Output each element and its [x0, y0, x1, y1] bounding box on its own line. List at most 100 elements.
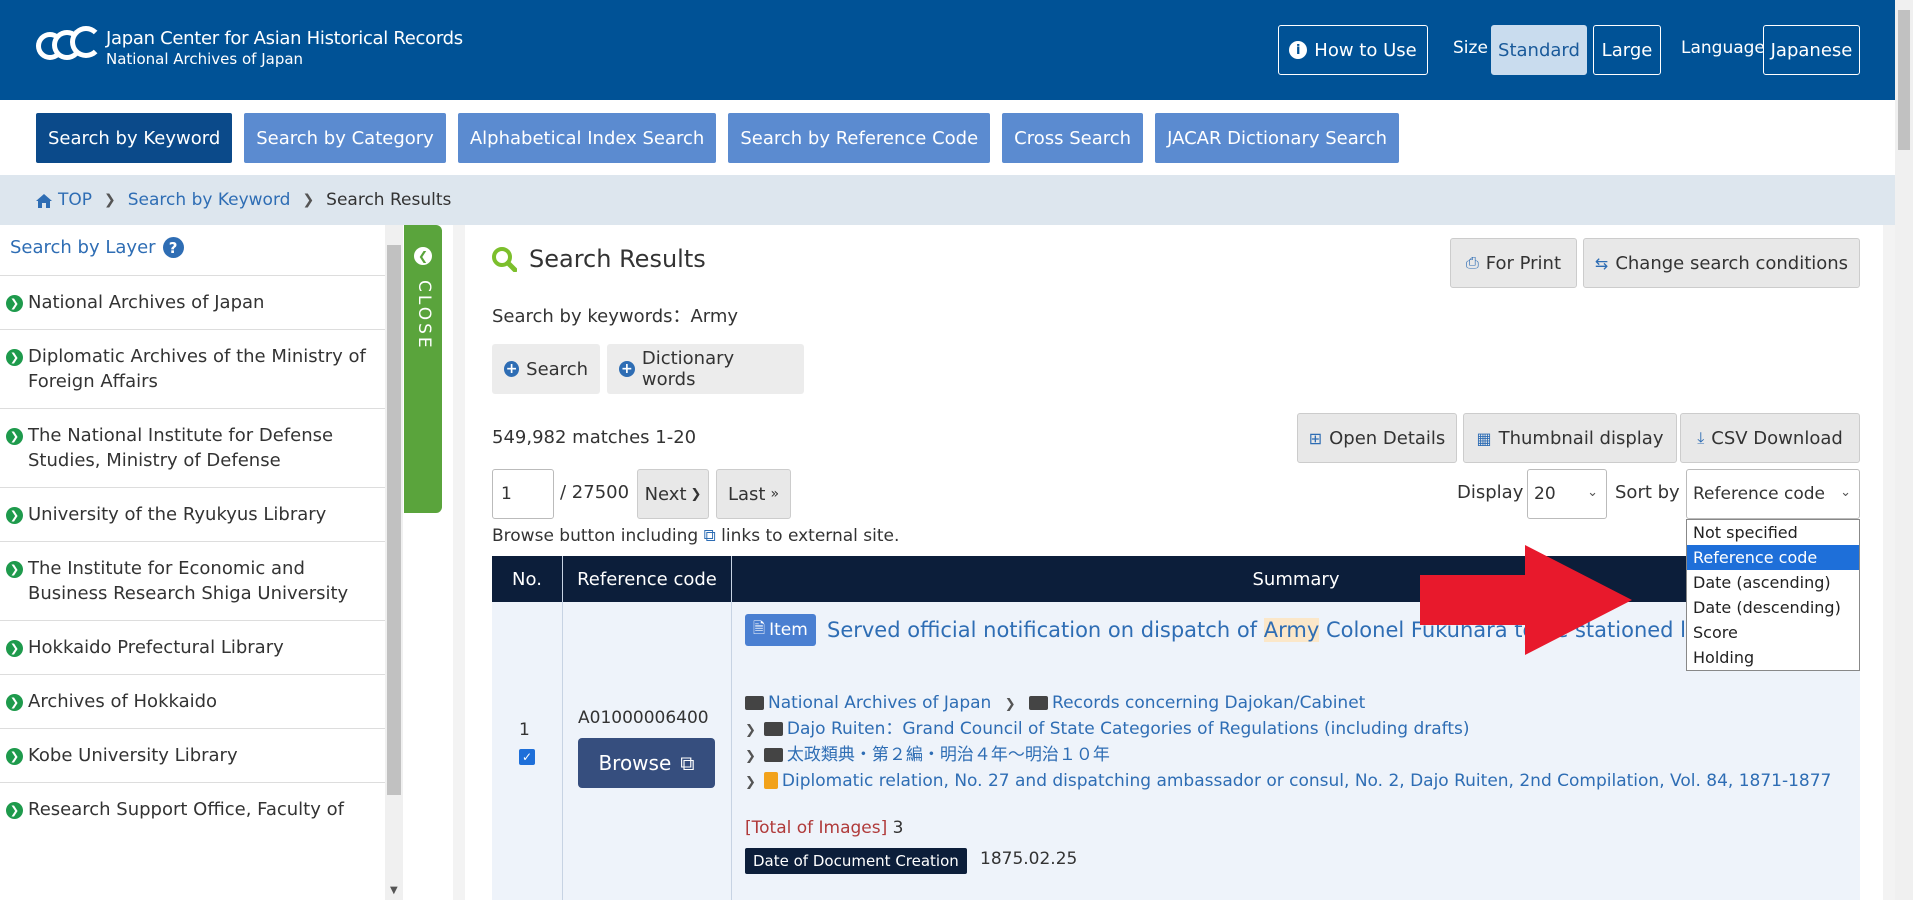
size-label: Size: [1453, 38, 1488, 58]
sort-option-date-descending[interactable]: Date (descending): [1687, 595, 1859, 620]
row-number: 1: [519, 720, 530, 740]
download-icon: ⤓: [1697, 428, 1705, 447]
sidebar-scrollbar-thumb[interactable]: [387, 245, 401, 795]
plus-square-icon: ⊞: [1308, 428, 1323, 448]
sidebar-title[interactable]: Search by Layer ?: [10, 237, 184, 258]
chevron-right-icon: ❯: [6, 507, 23, 524]
hierarchy-link-dajokan[interactable]: Records concerning Dajokan/Cabinet: [1052, 693, 1365, 713]
sort-option-holding[interactable]: Holding: [1687, 645, 1859, 670]
column-header-no: No.: [492, 556, 562, 602]
double-chevron-right-icon: »: [770, 486, 780, 502]
breadcrumb-keyword-link[interactable]: Search by Keyword: [128, 190, 291, 210]
sort-label: Sort by: [1615, 482, 1680, 503]
tab-reference-code[interactable]: Search by Reference Code: [728, 113, 991, 163]
tab-search-by-category[interactable]: Search by Category: [244, 113, 446, 163]
sidebar-item-kobe-library[interactable]: ❯ Kobe University Library: [0, 728, 385, 782]
chevron-left-icon: ❮: [414, 247, 432, 265]
date-value: 1875.02.25: [980, 849, 1078, 869]
chevron-right-icon: ❯: [745, 775, 756, 790]
page-scrollbar-thumb[interactable]: [1898, 10, 1910, 150]
next-page-button[interactable]: Next ❯: [637, 469, 709, 519]
change-search-conditions-button[interactable]: ⇆ Change search conditions: [1583, 238, 1860, 288]
sidebar-item-ryukyus-library[interactable]: ❯ University of the Ryukyus Library: [0, 487, 385, 541]
document-icon: 🗎: [753, 618, 766, 637]
sort-option-not-specified[interactable]: Not specified: [1687, 520, 1859, 545]
sort-option-score[interactable]: Score: [1687, 620, 1859, 645]
sidebar-item-defense-studies[interactable]: ❯ The National Institute for Defense Stud…: [0, 408, 385, 487]
chevron-right-icon: ❯: [6, 640, 23, 657]
size-standard-button[interactable]: Standard: [1491, 25, 1587, 75]
language-label: Language: [1681, 38, 1765, 58]
tab-search-by-keyword[interactable]: Search by Keyword: [36, 113, 233, 163]
logo-title: Japan Center for Asian Historical Record…: [106, 28, 463, 49]
item-title-link[interactable]: Served official notification on dispatch…: [745, 614, 1840, 646]
sidebar-item-archives-hokkaido[interactable]: ❯ Archives of Hokkaido: [0, 674, 385, 728]
breadcrumb-top-link[interactable]: TOP: [58, 190, 92, 210]
page-total: / 27500: [560, 482, 630, 503]
plus-circle-icon: +: [504, 361, 520, 377]
help-icon[interactable]: ?: [162, 237, 184, 258]
sidebar-list: ❯ National Archives of Japan ❯ Diplomatic …: [0, 275, 385, 836]
tab-jacar-dictionary[interactable]: JACAR Dictionary Search: [1155, 113, 1400, 163]
sort-by-dropdown: Not specified Reference code Date (ascen…: [1686, 519, 1860, 671]
thumbnail-display-button[interactable]: ▦ Thumbnail display: [1463, 413, 1677, 463]
scroll-down-icon[interactable]: ▼: [390, 885, 398, 896]
chevron-right-icon: ❯: [302, 192, 315, 208]
chevron-right-icon: ❯: [690, 486, 702, 502]
hierarchy-link-diplomatic-relation[interactable]: Diplomatic relation, No. 27 and dispatch…: [782, 771, 1831, 791]
sidebar-item-diplomatic-archives[interactable]: ❯ Diplomatic Archives of the Ministry of …: [0, 329, 385, 408]
how-to-use-button[interactable]: i How to Use: [1278, 25, 1428, 75]
browse-button[interactable]: Browse ⧉: [578, 738, 715, 788]
sort-option-date-ascending[interactable]: Date (ascending): [1687, 570, 1859, 595]
search-keywords-text: Search by keywords：Army: [492, 306, 739, 327]
red-arrow-icon: [1420, 545, 1632, 655]
display-count-select[interactable]: 20 ⌄: [1527, 469, 1607, 519]
chevron-right-icon: ❯: [1004, 697, 1016, 712]
hierarchy-line-4: ❯ Diplomatic relation, No. 27 and dispatc…: [745, 769, 1845, 795]
hierarchy-link-compilation[interactable]: 太政類典・第２編・明治４年～明治１０年: [787, 745, 1110, 765]
sort-option-reference-code[interactable]: Reference code: [1687, 545, 1859, 570]
page-number-input[interactable]: 1: [492, 469, 554, 519]
chevron-right-icon: ❯: [6, 694, 23, 711]
info-icon: i: [1289, 41, 1308, 59]
chevron-right-icon: ❯: [6, 295, 23, 312]
language-japanese-button[interactable]: Japanese: [1763, 25, 1860, 75]
printer-icon: ⎙: [1465, 253, 1479, 272]
row-checkbox[interactable]: ✓: [519, 749, 535, 765]
chevron-right-icon: ❯: [745, 723, 756, 738]
chevron-down-icon: ⌄: [1587, 485, 1598, 500]
tab-alphabetical-index[interactable]: Alphabetical Index Search: [457, 113, 717, 163]
date-label-badge: Date of Document Creation: [745, 848, 967, 874]
csv-download-button[interactable]: ⤓ CSV Download: [1680, 413, 1860, 463]
hierarchy-link-dajo-ruiten[interactable]: Dajo Ruiten：Grand Council of State Categ…: [787, 719, 1470, 739]
sidebar-item-shiga-university[interactable]: ❯ The Institute for Economic and Business…: [0, 541, 385, 620]
size-large-button[interactable]: Large: [1593, 25, 1661, 75]
swap-icon: ⇆: [1594, 253, 1609, 273]
page-title: Search Results: [491, 245, 706, 273]
sort-by-select[interactable]: Reference code ⌄: [1686, 469, 1860, 519]
sidebar-item-research-support[interactable]: ❯ Research Support Office, Faculty of: [0, 782, 385, 836]
for-print-button[interactable]: ⎙ For Print: [1450, 238, 1577, 288]
sidebar-item-hokkaido-library[interactable]: ❯ Hokkaido Prefectural Library: [0, 620, 385, 674]
add-search-button[interactable]: + Search: [492, 344, 600, 394]
book-icon: [763, 772, 778, 789]
last-page-button[interactable]: Last»: [716, 469, 791, 519]
plus-circle-icon: +: [619, 361, 635, 377]
folder-open-icon: [745, 696, 764, 710]
sidebar-item-national-archives[interactable]: ❯ National Archives of Japan: [0, 275, 385, 329]
site-logo[interactable]: Japan Center for Asian Historical Record…: [36, 26, 463, 72]
chevron-right-icon: ❯: [104, 192, 116, 208]
chevron-right-icon: ❯: [6, 428, 23, 445]
sidebar-close-button[interactable]: ❮ CLOSE: [404, 225, 442, 513]
chevron-right-icon: ❯: [6, 802, 23, 819]
external-link-icon: ⧉: [703, 526, 716, 546]
tab-cross-search[interactable]: Cross Search: [1002, 113, 1144, 163]
match-count: 549,982 matches 1-20: [492, 427, 697, 448]
item-badge: 🗎 Item: [745, 614, 816, 646]
dictionary-words-button[interactable]: + Dictionary words: [607, 344, 804, 394]
grid-icon: ▦: [1476, 428, 1492, 448]
breadcrumb: TOP ❯ Search by Keyword ❯ Search Results: [0, 175, 1895, 225]
hierarchy-link-national-archives[interactable]: National Archives of Japan: [768, 693, 991, 713]
open-details-button[interactable]: ⊞ Open Details: [1297, 413, 1457, 463]
total-images: [Total of Images] 3: [745, 818, 904, 838]
